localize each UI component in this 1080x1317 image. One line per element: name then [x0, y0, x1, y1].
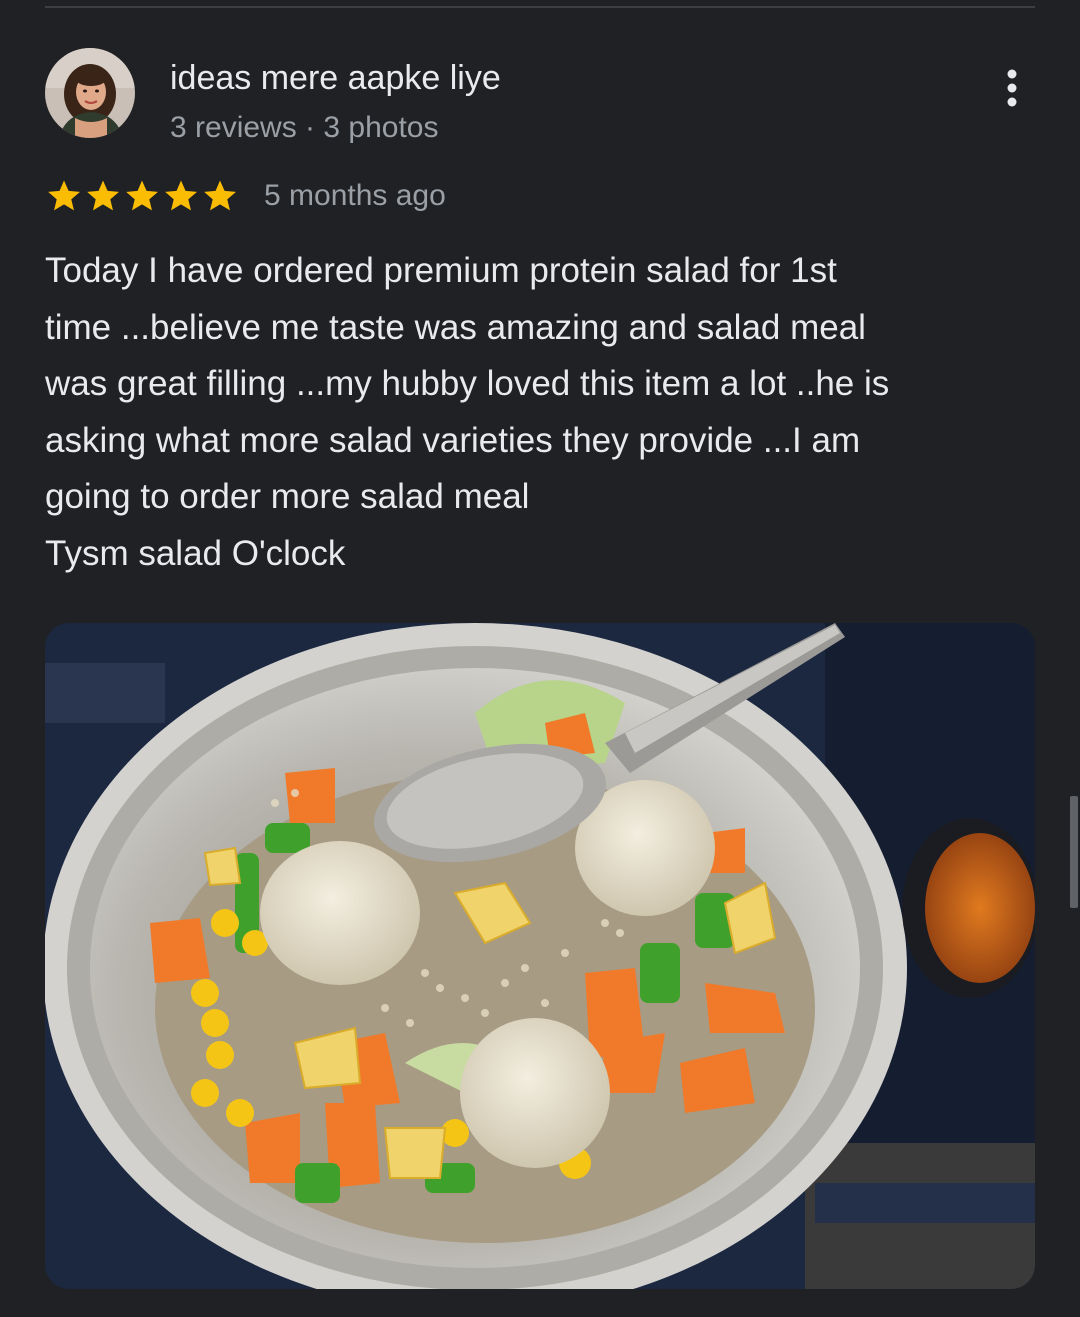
review-date: 5 months ago	[264, 179, 446, 212]
scrollbar-thumb[interactable]	[1070, 796, 1078, 908]
review-photo[interactable]	[45, 623, 1035, 1289]
review-text-line: Today I have ordered premium protein sal…	[45, 251, 837, 290]
star-icon	[204, 180, 236, 211]
more-vert-icon	[1007, 69, 1017, 107]
review-text-line: going to order more salad meal	[45, 477, 530, 516]
review-text-line: was great filling ...my hubby loved this…	[45, 364, 890, 403]
top-divider	[45, 6, 1035, 8]
star-icon	[87, 180, 119, 211]
star-icon	[126, 180, 158, 211]
star-rating	[45, 177, 240, 215]
reviewer-avatar[interactable]	[45, 48, 135, 138]
star-icon	[48, 180, 80, 211]
review-text-line: Tysm salad O'clock	[45, 533, 346, 573]
star-icon	[165, 180, 197, 211]
review-text-line: asking what more salad varieties they pr…	[45, 420, 861, 460]
rating-row: 5 months ago	[45, 174, 446, 218]
review-text: Today I have ordered premium protein sal…	[45, 243, 1035, 582]
reviewer-name[interactable]: ideas mere aapke liye	[170, 56, 501, 100]
reviewer-meta: 3 reviews · 3 photos	[170, 111, 439, 144]
more-options-button[interactable]	[990, 62, 1034, 114]
review-text-line: time ...believe me taste was amazing and…	[45, 307, 866, 347]
